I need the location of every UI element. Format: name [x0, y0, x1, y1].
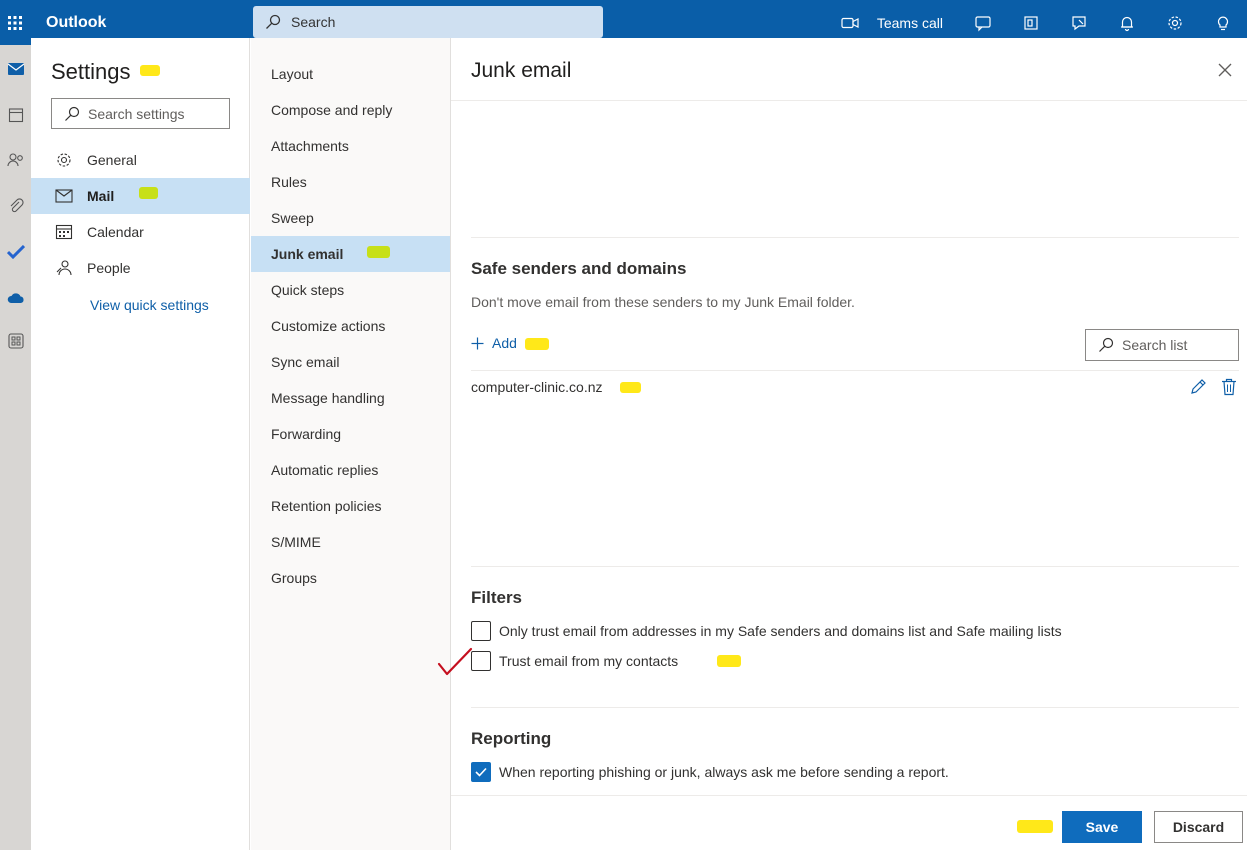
safe-senders-description: Don't move email from these senders to m…: [471, 294, 855, 310]
ask-before-report-checkbox[interactable]: [471, 762, 491, 782]
global-search-placeholder: Search: [291, 14, 336, 30]
ask-before-report-label: When reporting phishing or junk, always …: [499, 764, 949, 780]
divider: [471, 237, 1239, 238]
divider: [471, 707, 1239, 708]
onedrive-cloud-icon[interactable]: [6, 288, 26, 308]
teams-call-label: Teams call: [876, 14, 943, 31]
video-camera-icon: [841, 17, 859, 28]
only-trust-label: Only trust email from addresses in my Sa…: [499, 623, 1062, 639]
junk-email-pane: Junk email Safe senders and domains Don'…: [451, 38, 1247, 850]
highlight-mark: [367, 246, 390, 258]
search-icon: [266, 14, 281, 29]
category-general[interactable]: General: [31, 142, 250, 178]
category-label: Mail: [87, 188, 115, 204]
only-trust-checkbox[interactable]: [471, 621, 491, 641]
settings-search-input[interactable]: Search settings: [51, 98, 230, 129]
reporting-title: Reporting: [471, 729, 552, 748]
checkmark-icon: [475, 767, 487, 777]
app-rail: [0, 45, 31, 850]
section-rules[interactable]: Rules: [251, 164, 450, 200]
delete-trash-icon[interactable]: [1221, 378, 1237, 401]
add-label: Add: [492, 335, 517, 351]
highlight-mark: [620, 382, 641, 393]
red-checkmark-annotation: [437, 647, 473, 676]
section-compose-and-reply[interactable]: Compose and reply: [251, 92, 450, 128]
highlight-mark: [140, 65, 160, 76]
save-button[interactable]: Save: [1062, 811, 1142, 843]
highlight-mark: [1017, 820, 1053, 833]
edit-pencil-icon[interactable]: [1189, 378, 1207, 401]
category-label: Calendar: [87, 224, 144, 240]
mail-icon: [55, 189, 73, 203]
section-retention-policies[interactable]: Retention policies: [251, 488, 450, 524]
mail-sections-pane: Layout Compose and reply Attachments Rul…: [251, 38, 451, 850]
section-forwarding[interactable]: Forwarding: [251, 416, 450, 452]
calendar-icon: [55, 224, 73, 240]
todo-check-icon[interactable]: [6, 242, 26, 262]
safe-senders-title: Safe senders and domains: [471, 259, 687, 278]
gear-icon: [57, 153, 71, 167]
category-calendar[interactable]: Calendar: [31, 214, 250, 250]
calendar-icon[interactable]: [6, 105, 26, 125]
discard-button[interactable]: Discard: [1154, 811, 1243, 843]
people-icon[interactable]: [6, 150, 26, 170]
view-quick-settings-link[interactable]: View quick settings: [90, 297, 209, 313]
search-list-placeholder: Search list: [1122, 337, 1188, 353]
row-actions: [1189, 378, 1237, 401]
section-junk-email[interactable]: Junk email: [251, 236, 450, 272]
filters-title: Filters: [471, 588, 523, 607]
attachment-icon[interactable]: [6, 196, 26, 216]
trust-contacts-label: Trust email from my contacts: [499, 653, 679, 669]
plus-icon: [471, 337, 484, 349]
section-groups[interactable]: Groups: [251, 560, 450, 596]
category-label: General: [87, 152, 137, 168]
section-customize-actions[interactable]: Customize actions: [251, 308, 450, 344]
settings-title: Settings: [51, 59, 131, 84]
trust-contacts-option[interactable]: Trust email from my contacts: [471, 651, 678, 671]
trust-contacts-checkbox[interactable]: [471, 651, 491, 671]
close-icon[interactable]: [1215, 60, 1235, 80]
list-item: computer-clinic.co.nz: [471, 378, 1237, 396]
pane-title: Junk email: [471, 59, 572, 82]
section-smime[interactable]: S/MIME: [251, 524, 450, 560]
divider: [471, 566, 1239, 567]
app-title[interactable]: Outlook: [46, 14, 251, 32]
settings-categories-pane: Settings Search settings General Mail Ca…: [31, 38, 250, 850]
highlight-mark: [139, 187, 158, 199]
search-icon: [65, 106, 80, 121]
safe-sender-entry: computer-clinic.co.nz: [471, 379, 603, 395]
highlight-mark: [525, 338, 549, 350]
apps-icon[interactable]: [6, 331, 26, 351]
search-list-input[interactable]: Search list: [1085, 329, 1239, 361]
only-trust-safe-senders-option[interactable]: Only trust email from addresses in my Sa…: [471, 621, 1062, 641]
section-sweep[interactable]: Sweep: [251, 200, 450, 236]
mail-icon[interactable]: [6, 59, 26, 79]
search-icon: [1099, 337, 1114, 352]
section-sync-email[interactable]: Sync email: [251, 344, 450, 380]
settings-dialog: Settings Search settings General Mail Ca…: [31, 38, 1247, 850]
category-people[interactable]: People: [31, 250, 250, 286]
section-layout[interactable]: Layout: [251, 56, 450, 92]
divider: [471, 370, 1239, 371]
section-quick-steps[interactable]: Quick steps: [251, 272, 450, 308]
add-safe-sender-button[interactable]: Add: [471, 335, 517, 351]
highlight-mark: [717, 655, 741, 667]
people-icon: [56, 260, 72, 276]
ask-before-report-option[interactable]: When reporting phishing or junk, always …: [471, 762, 949, 782]
global-search-input[interactable]: Search: [253, 6, 603, 38]
divider: [451, 795, 1247, 796]
section-attachments[interactable]: Attachments: [251, 128, 450, 164]
app-launcher-icon[interactable]: [0, 0, 30, 45]
settings-search-placeholder: Search settings: [88, 105, 185, 122]
section-message-handling[interactable]: Message handling: [251, 380, 450, 416]
category-label: People: [87, 260, 131, 276]
divider: [451, 100, 1247, 101]
section-automatic-replies[interactable]: Automatic replies: [251, 452, 450, 488]
